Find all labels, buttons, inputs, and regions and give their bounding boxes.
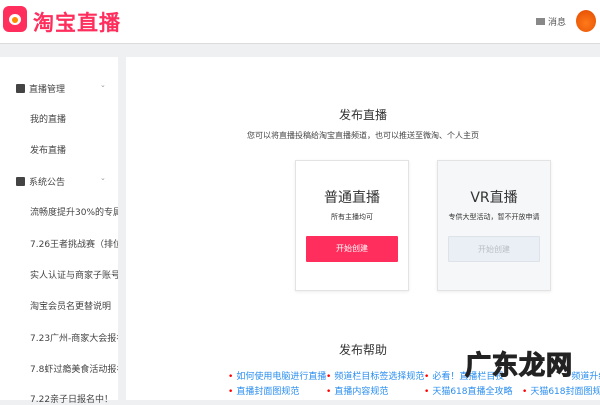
sidebar-item[interactable]: 7.8虾过瘾美食活动报名	[30, 362, 118, 375]
messages-label: 消息	[548, 18, 567, 28]
document-icon	[16, 84, 25, 93]
sidebar-item[interactable]: 7.22亲子日报名中！	[30, 392, 118, 405]
card-desc: 专供大型活动，暂不开放申请	[448, 213, 540, 221]
document-icon	[16, 177, 25, 186]
sidebar-item[interactable]: 流畅度提升30%的专属直	[30, 205, 118, 218]
chevron-down-icon[interactable]: ⌄	[100, 174, 106, 182]
sidebar: 直播管理 ⌄ 我的直播 发布直播 系统公告 ⌄ 流畅度提升30%的专属直 7.2…	[0, 57, 118, 405]
card-title: 普通直播	[324, 190, 380, 206]
sidebar-group-live-management[interactable]: 直播管理	[16, 82, 65, 95]
create-vr-live-button-disabled: 开始创建	[448, 236, 540, 262]
sidebar-group-announcements[interactable]: 系统公告	[16, 175, 65, 188]
messages-link[interactable]: 消息	[536, 15, 566, 28]
taobao-live-logo-icon[interactable]	[3, 6, 27, 32]
top-bar: 淘宝直播 消息	[0, 0, 600, 44]
help-link[interactable]: 直播封面图规范	[228, 384, 299, 397]
group-title: 直播管理	[29, 85, 66, 95]
normal-live-card: 普通直播 所有主播均可 开始创建	[295, 160, 409, 291]
help-link[interactable]: 频道栏目标签选择规范	[326, 369, 424, 382]
help-link[interactable]: 如何使用电脑进行直播	[228, 369, 326, 382]
sidebar-item[interactable]: 淘宝会员名更替说明	[30, 299, 118, 312]
page-title: 发布直播	[338, 108, 387, 122]
card-desc: 所有主播均可	[331, 213, 373, 221]
group-title: 系统公告	[29, 178, 66, 188]
mail-icon	[536, 18, 545, 25]
create-normal-live-button[interactable]: 开始创建	[306, 236, 398, 262]
sidebar-item-publish-live[interactable]: 发布直播	[30, 143, 118, 156]
help-link[interactable]: 直播内容规范	[326, 384, 388, 397]
card-title: VR直播	[470, 190, 518, 206]
avatar[interactable]	[576, 10, 596, 32]
sidebar-item[interactable]: 7.23广州-商家大会报名	[30, 331, 118, 344]
help-link[interactable]: 天猫618封面图规范	[522, 384, 600, 397]
page-subtitle: 您可以将直播投稿给淘宝直播频道，也可以推送至微淘、个人主页	[247, 131, 479, 140]
logo-text[interactable]: 淘宝直播	[33, 7, 121, 37]
sidebar-item[interactable]: 7.26王者挑战赛（排位赛	[30, 237, 118, 250]
sidebar-item[interactable]: 实人认证与商家子账号开	[30, 268, 118, 281]
sidebar-item-my-live[interactable]: 我的直播	[30, 112, 118, 125]
help-link[interactable]: 天猫618直播全攻略	[424, 384, 512, 397]
chevron-down-icon[interactable]: ⌄	[100, 81, 106, 89]
vr-live-card: VR直播 专供大型活动，暂不开放申请 开始创建	[437, 160, 551, 291]
watermark: 广东龙网	[464, 350, 574, 381]
